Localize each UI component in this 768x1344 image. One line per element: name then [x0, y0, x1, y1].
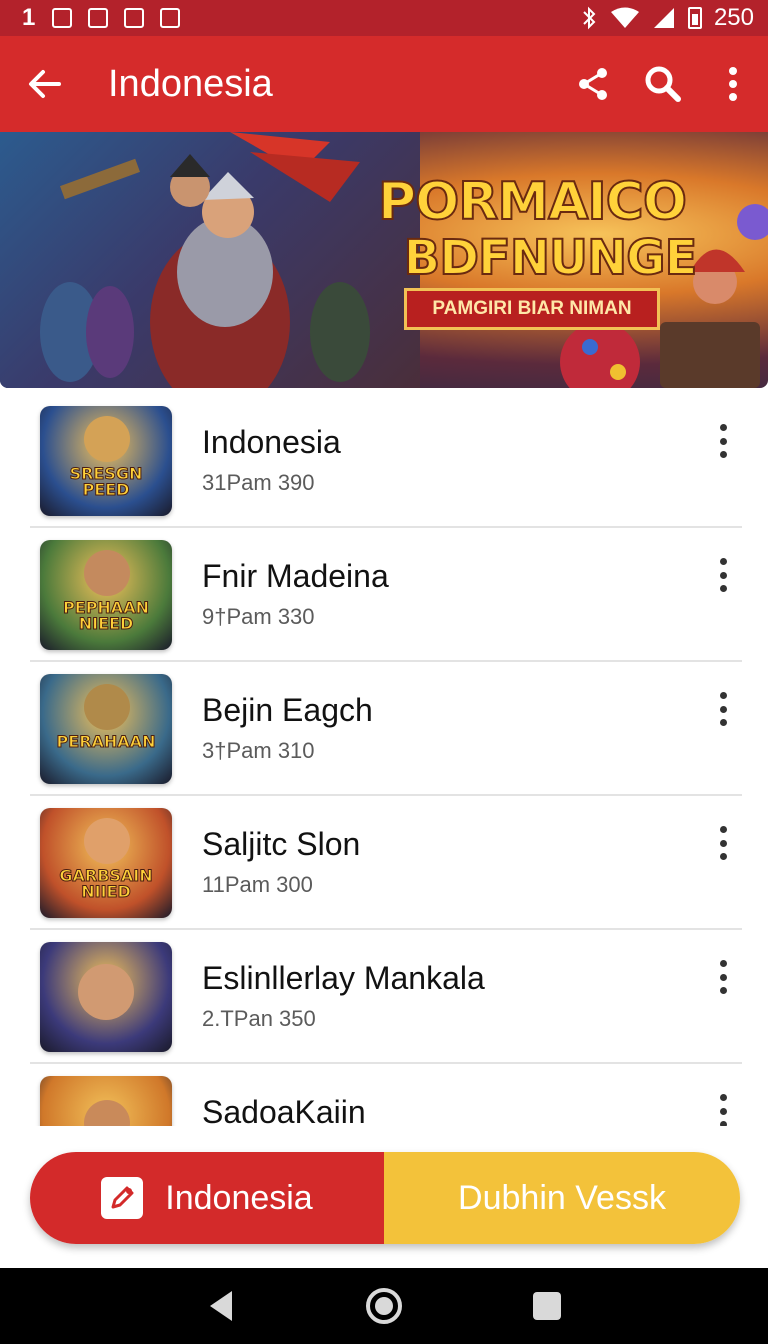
item-meta: 31Pam 390 — [202, 470, 315, 495]
item-title: SadoaKaiin — [202, 1094, 366, 1126]
item-meta: 9†Pam 330 — [202, 604, 315, 629]
item-more-button[interactable] — [708, 424, 738, 458]
more-vert-icon — [719, 451, 727, 458]
list-item[interactable]: Eslinllerlay Mankala 2.TPan 350 — [30, 930, 742, 1064]
thumbnail-logo: PEPHAAN NIEED — [63, 598, 150, 633]
system-nav-bar — [0, 1268, 768, 1344]
item-more-button[interactable] — [708, 558, 738, 592]
back-button[interactable] — [0, 36, 90, 132]
item-meta: 11Pam 300 — [202, 872, 313, 897]
game-list: SRESGN PEED Indonesia 31Pam 390 PEPHAAN … — [30, 394, 742, 1126]
game-thumbnail: SRESGN PEED — [40, 406, 172, 516]
share-button[interactable] — [558, 36, 628, 132]
mail-icon — [160, 8, 181, 28]
item-meta: 2.TPan 350 — [202, 1006, 316, 1031]
list-item[interactable]: SRESGN PEED Indonesia 31Pam 390 — [30, 394, 742, 528]
hero-banner[interactable]: PORMAICO BDFNUNGE PAMGIRI BIAR NIMAN — [0, 132, 768, 388]
secondary-action-label: Dubhin Vessk — [458, 1178, 666, 1217]
notification-icon — [52, 8, 73, 28]
signal-icon — [653, 8, 674, 28]
more-vert-icon — [719, 705, 727, 713]
more-vert-icon — [719, 1094, 727, 1101]
nav-back-button[interactable] — [191, 1276, 251, 1336]
status-bar: 1 250 — [0, 0, 768, 36]
more-vert-icon — [719, 960, 727, 967]
battery-icon — [687, 7, 702, 29]
game-thumbnail — [40, 942, 172, 1052]
nav-recents-button[interactable] — [517, 1276, 577, 1336]
thumbnail-logo: SRESGN PEED — [69, 464, 143, 499]
more-vert-icon — [719, 719, 727, 726]
thumbnail-character — [78, 964, 134, 1020]
bottom-action-bar: Indonesia Dubhin Vessk — [30, 1152, 740, 1244]
edit-icon — [101, 1177, 144, 1219]
page-title: Indonesia — [108, 62, 273, 105]
more-vert-icon — [719, 558, 727, 565]
secondary-action-button[interactable]: Dubhin Vessk — [384, 1152, 740, 1244]
more-vert-icon — [719, 853, 727, 860]
list-item[interactable]: GARBSAIN NIIED Saljitc Slon 11Pam 300 — [30, 796, 742, 930]
nav-recents-icon — [532, 1292, 561, 1320]
thumbnail-character — [84, 684, 130, 730]
nav-home-button[interactable] — [354, 1276, 414, 1336]
more-vert-icon — [719, 1107, 727, 1115]
status-bar-left: 1 — [22, 4, 181, 32]
item-more-button[interactable] — [708, 960, 738, 994]
back-arrow-icon — [29, 70, 61, 98]
item-meta: 3†Pam 310 — [202, 738, 315, 763]
app-bar: Indonesia — [0, 36, 768, 132]
more-vert-icon — [719, 585, 727, 592]
item-more-button[interactable] — [708, 1094, 738, 1126]
more-vert-icon — [719, 839, 727, 847]
game-thumbnail: PERAHAAN — [40, 674, 172, 784]
banner-ribbon: PAMGIRI BIAR NIMAN — [404, 288, 660, 330]
game-thumbnail: GARBSAIN NIIED — [40, 808, 172, 918]
battery-text: 250 — [713, 4, 754, 31]
item-title: Saljitc Slon — [202, 826, 361, 862]
item-title: Bejin Eagch — [202, 692, 373, 728]
more-vert-icon — [719, 437, 727, 445]
more-vert-icon — [719, 987, 727, 994]
share-icon — [579, 68, 607, 100]
more-vert-icon — [719, 571, 727, 579]
item-title: Indonesia — [202, 424, 341, 460]
more-vert-icon — [719, 424, 727, 431]
list-item[interactable]: PEPHAAN NIEED Fnir Madeina 9†Pam 330 — [30, 528, 742, 662]
banner-logo-line2: BDFNUNGE — [403, 229, 699, 287]
notification-icon — [88, 8, 109, 28]
more-vert-icon — [719, 973, 727, 981]
wifi-icon — [610, 7, 639, 28]
list-item[interactable]: SadoaKaiin — [30, 1064, 742, 1126]
item-title: Eslinllerlay Mankala — [202, 960, 485, 996]
game-thumbnail — [40, 1076, 172, 1126]
bluetooth-icon — [583, 6, 596, 30]
search-icon — [645, 66, 681, 102]
nav-back-icon — [210, 1291, 233, 1321]
thumbnail-character — [84, 818, 130, 864]
thumbnail-character — [84, 550, 130, 596]
notification-icon — [124, 8, 145, 28]
item-more-button[interactable] — [708, 826, 738, 860]
game-thumbnail: PEPHAAN NIEED — [40, 540, 172, 650]
thumbnail-character — [84, 1100, 130, 1126]
item-title: Fnir Madeina — [202, 558, 389, 594]
more-vert-icon — [719, 1121, 727, 1126]
more-vert-icon — [719, 826, 727, 833]
list-item[interactable]: PERAHAAN Bejin Eagch 3†Pam 310 — [30, 662, 742, 796]
thumbnail-logo: PERAHAAN — [56, 732, 156, 751]
more-vert-icon — [729, 67, 737, 101]
thumbnail-logo: GARBSAIN NIIED — [59, 866, 153, 901]
banner-logo-line1: PORMAICO — [377, 171, 688, 233]
primary-action-label: Indonesia — [165, 1178, 313, 1217]
search-button[interactable] — [628, 36, 698, 132]
nav-home-icon — [365, 1288, 402, 1324]
more-vert-icon — [719, 692, 727, 699]
status-time: 1 — [22, 4, 37, 31]
more-options-button[interactable] — [698, 36, 768, 132]
status-bar-right: 250 — [580, 4, 754, 32]
item-more-button[interactable] — [708, 692, 738, 726]
primary-action-button[interactable]: Indonesia — [30, 1152, 384, 1244]
thumbnail-character — [84, 416, 130, 462]
